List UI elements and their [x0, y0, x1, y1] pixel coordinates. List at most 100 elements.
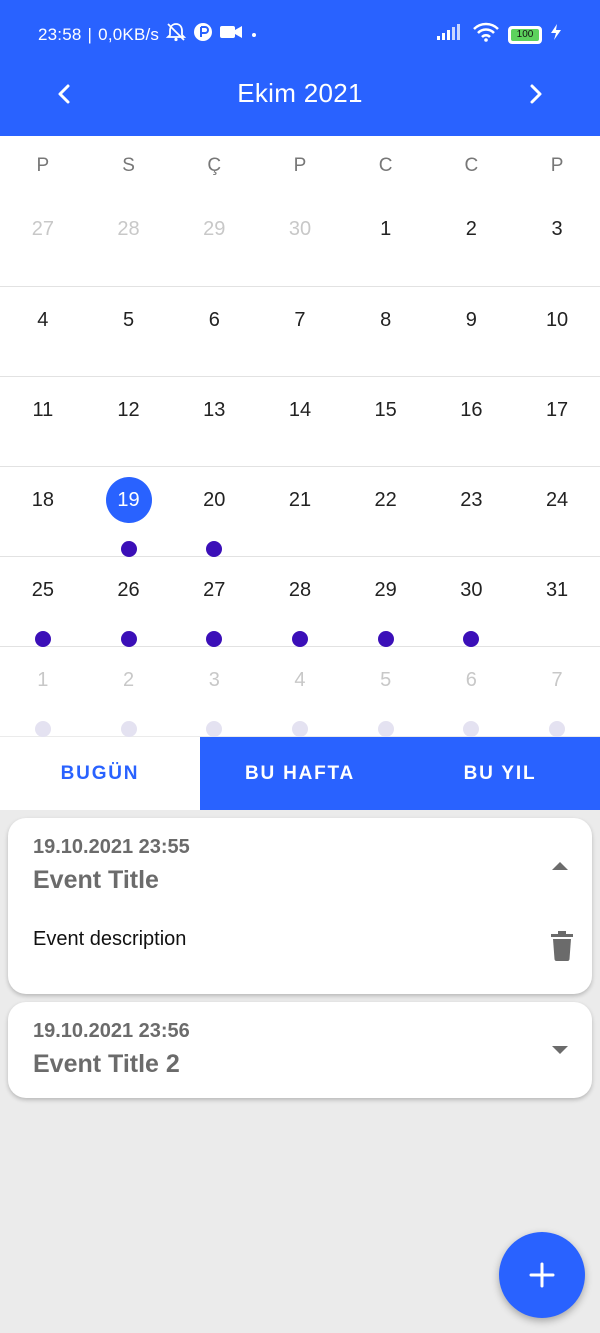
event-indicator-dot — [291, 721, 308, 737]
calendar-day[interactable]: 13 — [171, 377, 257, 466]
filter-this-year-tab[interactable]: BU YIL — [400, 737, 600, 810]
weekday-label: Ç — [207, 155, 222, 176]
calendar-day[interactable]: 27 — [0, 196, 86, 286]
calendar-day[interactable]: 17 — [514, 377, 600, 466]
calendar-day[interactable]: 15 — [343, 377, 429, 466]
calendar-day-selected[interactable]: 19 — [86, 467, 172, 557]
day-number: 3 — [551, 218, 563, 240]
calendar-day[interactable]: 27 — [171, 557, 257, 647]
calendar-day[interactable]: 26 — [86, 557, 172, 647]
event-datetime: 19.10.2021 23:55 — [33, 836, 190, 858]
day-number: 31 — [545, 579, 569, 601]
day-number: 8 — [380, 309, 392, 331]
calendar-day[interactable]: 30 — [429, 557, 515, 647]
calendar-day[interactable]: 11 — [0, 377, 86, 466]
weekday-label: C — [464, 155, 479, 176]
filter-this-week-tab[interactable]: BU HAFTA — [200, 737, 400, 810]
day-number: 2 — [465, 218, 477, 240]
event-indicator-dot — [34, 631, 51, 647]
calendar-day[interactable]: 8 — [343, 287, 429, 376]
calendar-day[interactable]: 10 — [514, 287, 600, 376]
calendar-day[interactable]: 14 — [257, 377, 343, 466]
calendar-day[interactable]: 18 — [0, 467, 86, 556]
calendar-day[interactable]: 23 — [429, 467, 515, 556]
event-list: 19.10.2021 23:55 Event Title Event descr… — [8, 818, 592, 1106]
calendar-week-row: 1 2 3 4 5 6 7 — [0, 646, 600, 737]
calendar-day[interactable]: 31 — [514, 557, 600, 646]
next-month-button[interactable] — [518, 76, 554, 112]
battery-level: 100 — [511, 28, 539, 41]
calendar-day[interactable]: 24 — [514, 467, 600, 556]
calendar-day[interactable]: 29 — [171, 196, 257, 286]
event-card[interactable]: 19.10.2021 23:55 Event Title Event descr… — [8, 818, 592, 994]
event-card[interactable]: 19.10.2021 23:56 Event Title 2 — [8, 1002, 592, 1098]
day-number: 15 — [374, 399, 397, 421]
calendar-day[interactable]: 28 — [86, 196, 172, 286]
filter-bar: BUGÜN BU HAFTA BU YIL — [0, 737, 600, 810]
charging-icon — [550, 23, 562, 46]
day-number: 1 — [380, 218, 392, 240]
calendar-day[interactable]: 7 — [514, 647, 600, 737]
calendar-day[interactable]: 4 — [0, 287, 86, 376]
day-number: 7 — [294, 309, 306, 331]
day-number: 4 — [37, 309, 49, 331]
event-indicator-dot — [463, 631, 480, 647]
day-number: 11 — [32, 399, 54, 421]
day-number: 12 — [117, 399, 140, 421]
calendar-day[interactable]: 1 — [343, 196, 429, 286]
add-event-button[interactable] — [499, 1232, 585, 1318]
trash-icon — [551, 931, 573, 961]
calendar-day[interactable]: 3 — [514, 196, 600, 286]
calendar-day[interactable]: 1 — [0, 647, 86, 737]
calendar-day[interactable]: 9 — [429, 287, 515, 376]
calendar-day[interactable]: 2 — [86, 647, 172, 737]
event-indicator-dot — [120, 631, 137, 647]
day-number: 29 — [203, 218, 226, 240]
month-year-title[interactable]: Ekim 2021 — [0, 78, 600, 109]
event-indicator-dot — [206, 631, 223, 647]
day-number: 21 — [288, 489, 312, 511]
day-number: 10 — [545, 309, 569, 331]
status-right: 100 — [436, 22, 562, 47]
calendar-day[interactable]: 7 — [257, 287, 343, 376]
filter-today-tab[interactable]: BUGÜN — [0, 737, 200, 810]
calendar-day[interactable]: 25 — [0, 557, 86, 647]
calendar-day[interactable]: 5 — [343, 647, 429, 737]
calendar-day[interactable]: 5 — [86, 287, 172, 376]
calendar-day[interactable]: 6 — [429, 647, 515, 737]
wifi-icon — [472, 22, 500, 47]
day-number: 17 — [545, 399, 569, 421]
calendar-day[interactable]: 16 — [429, 377, 515, 466]
event-indicator-dot — [120, 721, 137, 737]
muted-bell-icon — [165, 22, 187, 47]
calendar-day[interactable]: 12 — [86, 377, 172, 466]
calendar-day[interactable]: 3 — [171, 647, 257, 737]
day-number: 27 — [31, 218, 54, 240]
battery-icon: 100 — [508, 25, 542, 44]
expand-button[interactable] — [548, 1038, 572, 1062]
calendar-day[interactable]: 2 — [429, 196, 515, 286]
network-speed: 0,0KB/s — [98, 24, 160, 44]
event-indicator-dot — [206, 721, 223, 737]
event-indicator-dot — [291, 631, 308, 647]
event-title: Event Title — [33, 866, 159, 894]
calendar-day[interactable]: 20 — [171, 467, 257, 557]
day-number: 22 — [374, 489, 397, 511]
calendar-day[interactable]: 29 — [343, 557, 429, 647]
calendar-day[interactable]: 4 — [257, 647, 343, 737]
day-number: 26 — [117, 579, 140, 601]
weekday-label: P — [36, 155, 50, 176]
calendar-day[interactable]: 6 — [171, 287, 257, 376]
calendar-week-row: 18 19 20 21 22 23 24 — [0, 466, 600, 557]
calendar-day[interactable]: 28 — [257, 557, 343, 647]
event-indicator-dot — [34, 721, 51, 737]
collapse-button[interactable] — [548, 854, 572, 878]
calendar-day[interactable]: 21 — [257, 467, 343, 556]
day-number: 7 — [551, 669, 563, 691]
calendar-week-row: 11 12 13 14 15 16 17 — [0, 376, 600, 466]
calendar-day[interactable]: 22 — [343, 467, 429, 556]
delete-event-button[interactable] — [550, 931, 574, 966]
day-number: 30 — [288, 218, 312, 240]
calendar-day[interactable]: 30 — [257, 196, 343, 286]
day-number: 16 — [460, 399, 483, 421]
